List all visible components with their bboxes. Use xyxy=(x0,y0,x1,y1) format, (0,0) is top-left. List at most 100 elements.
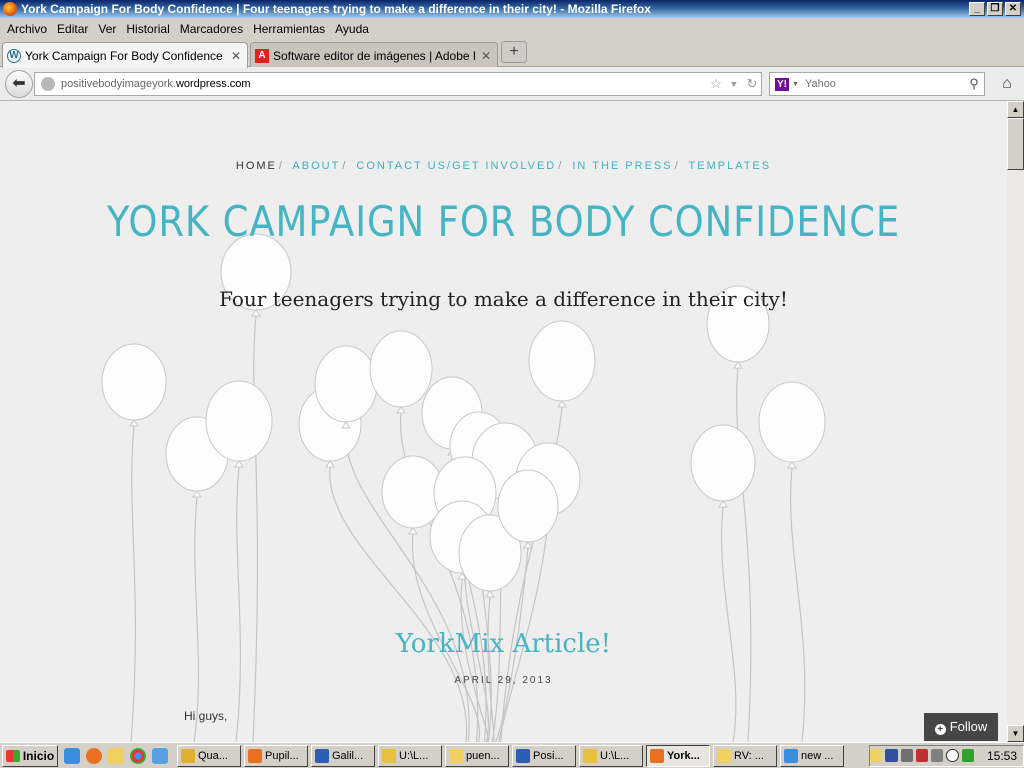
tab-close-icon[interactable]: ✕ xyxy=(231,49,241,63)
history-dropdown-icon[interactable]: ▼ xyxy=(725,79,743,89)
balloon-knot xyxy=(523,541,533,549)
search-box[interactable]: Y! ▼ ⚲ xyxy=(769,72,985,96)
start-button[interactable]: Inicio xyxy=(2,744,58,767)
taskbar-button-label: York... xyxy=(667,749,700,762)
search-engine-dropdown-icon[interactable]: ▼ xyxy=(792,81,799,88)
ie-quicklaunch-icon[interactable] xyxy=(64,747,80,764)
menu-marcadores[interactable]: Marcadores xyxy=(175,22,248,36)
post-date[interactable]: APRIL 29, 2013 xyxy=(0,675,1007,686)
balloon-knot xyxy=(408,527,418,535)
url-text[interactable]: positivebodyimageyork.wordpress.com xyxy=(61,78,707,90)
vertical-scrollbar[interactable]: ▲ ▼ xyxy=(1007,101,1024,742)
desktop-quicklaunch-icon[interactable] xyxy=(152,747,168,764)
site-nav-home[interactable]: Home xyxy=(236,160,277,172)
taskbar-button[interactable]: Posi... xyxy=(512,744,576,767)
tab-close-icon[interactable]: ✕ xyxy=(481,49,491,63)
balloon xyxy=(528,320,596,402)
follow-button[interactable]: + Follow xyxy=(924,713,998,741)
taskbar-app-icon xyxy=(784,748,798,763)
taskbar-app-icon xyxy=(717,748,731,763)
taskbar-app-icon xyxy=(382,748,396,763)
chrome-quicklaunch-icon[interactable] xyxy=(130,747,146,764)
balloon-knot xyxy=(234,460,244,468)
taskbar-button-label: U:\L... xyxy=(600,749,630,762)
bookmark-star-icon[interactable]: ☆ xyxy=(707,76,725,92)
system-tray: 15:53 xyxy=(869,744,1024,767)
taskbar-button[interactable]: Qua... xyxy=(177,744,241,767)
page-content: Home / About / Contact Us/Get Involved / In… xyxy=(0,101,1007,742)
scroll-down-arrow-icon[interactable]: ▼ xyxy=(1007,725,1024,742)
balloon xyxy=(314,345,378,423)
taskbar-button[interactable]: Pupil... xyxy=(244,744,308,767)
taskbar-button-label: Galil... xyxy=(332,749,364,762)
taskbar-app-icon xyxy=(583,748,597,763)
taskbar-app-icon xyxy=(449,748,463,763)
balloon-string xyxy=(193,496,200,742)
clock[interactable]: 15:53 xyxy=(987,749,1017,763)
scroll-thumb[interactable] xyxy=(1007,118,1024,170)
menu-herramientas[interactable]: Herramientas xyxy=(248,22,330,36)
taskbar-button[interactable]: Galil... xyxy=(311,744,375,767)
menu-archivo[interactable]: Archivo xyxy=(2,22,52,36)
window-titlebar[interactable]: York Campaign For Body Confidence | Four… xyxy=(0,0,1024,18)
balloon-knot xyxy=(396,406,406,414)
tray-panda-icon[interactable] xyxy=(946,749,959,762)
balloon-knot xyxy=(485,590,495,598)
taskbar-app-icon xyxy=(516,748,530,763)
balloon-string xyxy=(235,466,242,742)
balloon-string xyxy=(721,506,737,742)
site-nav-press[interactable]: In the Press xyxy=(572,160,672,172)
tab-york-campaign[interactable]: W York Campaign For Body Confidence | Fo… xyxy=(2,42,248,68)
site-nav-templates[interactable]: Templates xyxy=(689,160,772,172)
tray-network-icon[interactable] xyxy=(885,749,898,762)
balloon xyxy=(690,424,756,502)
taskbar-button-label: U:\L... xyxy=(399,749,429,762)
balloon-knot xyxy=(557,400,567,408)
taskbar-button[interactable]: U:\L... xyxy=(579,744,643,767)
taskbar-button[interactable]: puen... xyxy=(445,744,509,767)
maximize-button[interactable]: ❐ xyxy=(987,2,1003,16)
tray-display-icon[interactable] xyxy=(961,749,974,762)
post-title[interactable]: YorkMix Article! xyxy=(0,629,1007,659)
balloon-knot xyxy=(733,361,743,369)
close-button[interactable]: ✕ xyxy=(1005,2,1021,16)
search-icon[interactable]: ⚲ xyxy=(964,76,984,92)
taskbar-button-label: new ... xyxy=(801,749,834,762)
tray-mail-icon[interactable] xyxy=(870,749,883,762)
yahoo-icon[interactable]: Y! xyxy=(775,77,789,91)
new-tab-button[interactable]: + xyxy=(501,41,527,63)
menu-ver[interactable]: Ver xyxy=(93,22,121,36)
taskbar-button[interactable]: York... xyxy=(646,744,710,767)
menu-ayuda[interactable]: Ayuda xyxy=(330,22,374,36)
menu-historial[interactable]: Historial xyxy=(121,22,174,36)
reload-icon[interactable]: ↻ xyxy=(743,76,761,92)
wordpress-icon: W xyxy=(7,48,21,63)
tray-settings-icon[interactable] xyxy=(900,749,913,762)
taskbar-app-icon xyxy=(315,748,329,763)
home-icon[interactable]: ⌂ xyxy=(996,74,1018,94)
site-tagline: Four teenagers trying to make a differen… xyxy=(219,287,788,311)
tab-adobe-photoshop[interactable]: A Software editor de imágenes | Adobe Ph… xyxy=(250,42,498,68)
taskbar-button[interactable]: U:\L... xyxy=(378,744,442,767)
site-nav-contact[interactable]: Contact Us/Get Involved xyxy=(356,160,556,172)
scroll-up-arrow-icon[interactable]: ▲ xyxy=(1007,101,1024,118)
search-input[interactable] xyxy=(804,78,964,90)
tray-security-icon[interactable] xyxy=(915,749,929,762)
back-button[interactable]: ⬅ xyxy=(5,70,33,98)
site-nav-about[interactable]: About xyxy=(292,160,340,172)
navigation-bar: ⬅ positivebodyimageyork.wordpress.com ☆ … xyxy=(0,67,1024,101)
taskbar-button[interactable]: RV: ... xyxy=(713,744,777,767)
tab-label: Software editor de imágenes | Adobe Ph..… xyxy=(273,48,475,63)
menu-editar[interactable]: Editar xyxy=(52,22,93,36)
site-title[interactable]: YORK CAMPAIGN FOR BODY CONFIDENCE xyxy=(60,197,946,246)
tab-label: York Campaign For Body Confidence | Fo..… xyxy=(25,48,225,63)
taskbar: Inicio Qua... Pupil... Galil... U:\L... puen… xyxy=(0,742,1024,768)
taskbar-button[interactable]: new ... xyxy=(780,744,844,767)
firefox-quicklaunch-icon[interactable] xyxy=(86,747,102,764)
balloon-knot xyxy=(325,460,335,468)
outlook-quicklaunch-icon[interactable] xyxy=(108,747,124,764)
minimize-button[interactable]: _ xyxy=(969,2,985,16)
tray-volume-icon[interactable] xyxy=(931,749,944,762)
back-arrow-icon: ⬅ xyxy=(12,75,26,92)
url-bar[interactable]: positivebodyimageyork.wordpress.com ☆ ▼ … xyxy=(34,72,762,96)
